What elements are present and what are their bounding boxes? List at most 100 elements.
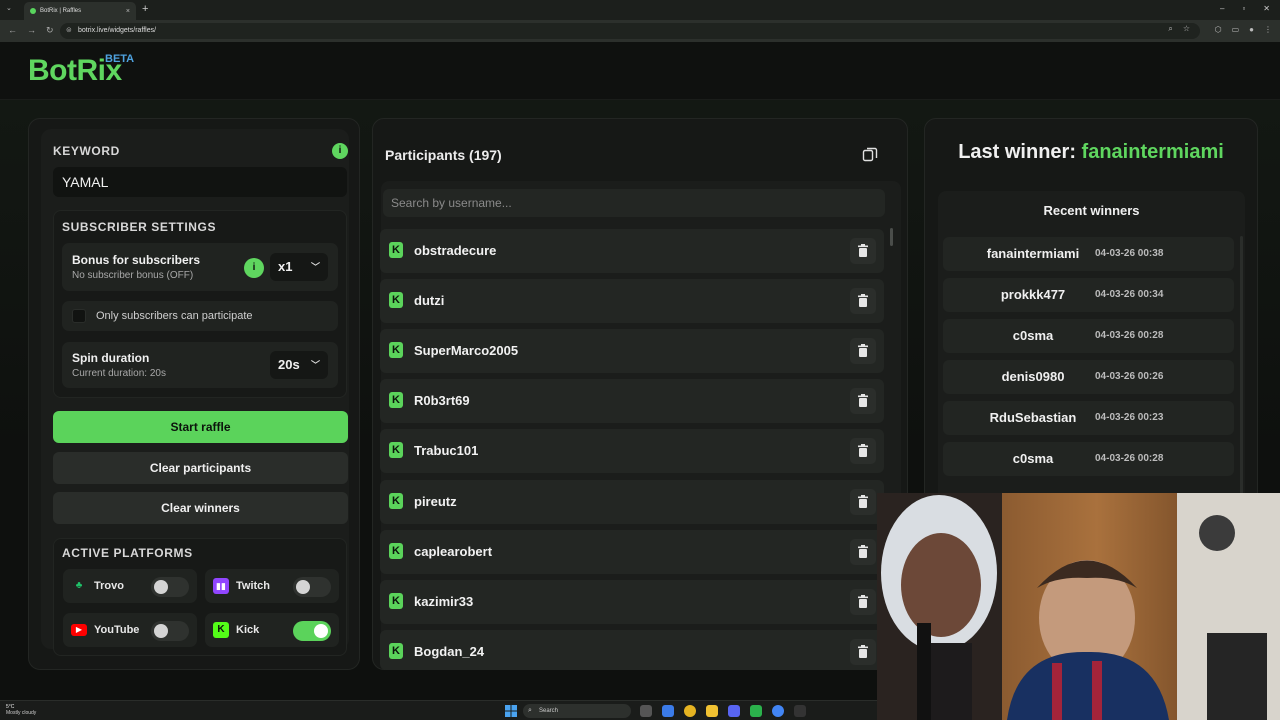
windows-start-icon[interactable] bbox=[505, 705, 517, 717]
only-subs-label: Only subscribers can participate bbox=[96, 310, 253, 322]
participants-scrollbar[interactable] bbox=[890, 228, 893, 246]
trash-icon bbox=[858, 545, 868, 558]
participant-row[interactable]: K SuperMarco2005 bbox=[380, 329, 884, 373]
taskbar-search[interactable]: ⌕ Search bbox=[523, 704, 631, 718]
copy-icon[interactable] bbox=[862, 146, 878, 162]
trash-icon bbox=[858, 394, 868, 407]
winner-time: 04-03-26 00:23 bbox=[1095, 412, 1164, 423]
menu-icon[interactable]: ⋮ bbox=[1264, 25, 1272, 34]
participant-name: kazimir33 bbox=[414, 594, 474, 609]
task-view-icon[interactable] bbox=[640, 705, 652, 717]
only-subs-checkbox[interactable] bbox=[72, 309, 86, 323]
kick-icon: K bbox=[389, 342, 403, 358]
toggle-knob bbox=[296, 580, 310, 594]
kick-icon: K bbox=[389, 643, 403, 659]
active-platforms-label: ACTIVE PLATFORMS bbox=[62, 546, 193, 560]
remove-participant-button[interactable] bbox=[850, 589, 876, 615]
close-window-icon[interactable]: ✕ bbox=[1263, 4, 1270, 13]
bookmark-star-icon[interactable]: ☆ bbox=[1183, 24, 1190, 34]
start-raffle-button[interactable]: Start raffle bbox=[53, 411, 348, 443]
bonus-info-icon[interactable]: i bbox=[244, 258, 264, 278]
browser-tab[interactable]: BotRix | Raffles × bbox=[24, 2, 136, 20]
trovo-toggle[interactable] bbox=[151, 577, 189, 597]
trash-icon bbox=[858, 444, 868, 457]
profile-icon[interactable]: ● bbox=[1249, 25, 1254, 34]
twitch-icon: ▮▮ bbox=[213, 578, 229, 594]
twitch-toggle[interactable] bbox=[293, 577, 331, 597]
chevron-down-icon: ﹀ bbox=[310, 360, 320, 370]
site-info-icon[interactable]: ⊜ bbox=[66, 23, 72, 39]
zoom-icon[interactable]: ⌕ bbox=[1168, 24, 1172, 34]
winner-time: 04-03-26 00:34 bbox=[1095, 289, 1164, 300]
obs-icon[interactable] bbox=[794, 705, 806, 717]
platform-label-youtube: YouTube bbox=[94, 624, 140, 636]
reload-icon[interactable]: ↻ bbox=[46, 25, 54, 36]
forward-icon[interactable]: → bbox=[27, 25, 36, 36]
participant-row[interactable]: K Trabuc101 bbox=[380, 429, 884, 473]
winner-row: prokkk477 04-03-26 00:34 bbox=[943, 278, 1234, 312]
participant-row[interactable]: Kkazimir33 bbox=[380, 580, 884, 624]
window-controls: – ▫ ✕ bbox=[1220, 4, 1270, 13]
participant-row[interactable]: Kobstradecure bbox=[380, 229, 884, 273]
chrome-icon[interactable] bbox=[684, 705, 696, 717]
sidepanel-icon[interactable]: ▭ bbox=[1232, 25, 1240, 34]
remove-participant-button[interactable] bbox=[850, 438, 876, 464]
bonus-multiplier-select[interactable]: x1 ﹀ bbox=[270, 253, 328, 281]
new-tab-button[interactable]: + bbox=[142, 3, 148, 15]
platform-label-kick: Kick bbox=[236, 624, 260, 636]
remove-participant-button[interactable] bbox=[850, 238, 876, 264]
tab-list-icon[interactable]: ⌄ bbox=[6, 4, 12, 12]
participant-row[interactable]: K R0b3rt69 bbox=[380, 379, 884, 423]
copilot-icon[interactable] bbox=[662, 705, 674, 717]
participant-name: dutzi bbox=[414, 293, 445, 308]
participant-row[interactable]: Kdutzi bbox=[380, 279, 884, 323]
back-icon[interactable]: ← bbox=[8, 25, 17, 36]
toggle-knob bbox=[154, 580, 168, 594]
kick-icon: K bbox=[389, 242, 403, 258]
spotify-icon[interactable] bbox=[750, 705, 762, 717]
discord-icon[interactable] bbox=[728, 705, 740, 717]
weather-widget[interactable]: 5°C Mostly cloudy bbox=[6, 704, 36, 716]
file-explorer-icon[interactable] bbox=[706, 705, 718, 717]
platform-youtube: ▶ YouTube bbox=[63, 613, 197, 647]
browser-icon[interactable] bbox=[772, 705, 784, 717]
participant-row[interactable]: Kpireutz bbox=[380, 480, 884, 524]
winner-time: 04-03-26 00:28 bbox=[1095, 330, 1164, 341]
tab-close-icon[interactable]: × bbox=[126, 8, 130, 15]
clear-participants-button[interactable]: Clear participants bbox=[53, 452, 348, 484]
remove-participant-button[interactable] bbox=[850, 489, 876, 515]
spin-duration-row: Spin duration Current duration: 20s 20s … bbox=[62, 342, 338, 388]
remove-participant-button[interactable] bbox=[850, 338, 876, 364]
remove-participant-button[interactable] bbox=[850, 639, 876, 665]
address-bar[interactable]: ⊜ botrix.live/widgets/raffles/ bbox=[60, 23, 1200, 39]
minimize-icon[interactable]: – bbox=[1220, 4, 1224, 13]
subscriber-settings-label: SUBSCRIBER SETTINGS bbox=[62, 220, 217, 234]
extensions-icon[interactable]: ⬡ bbox=[1215, 25, 1222, 34]
youtube-toggle[interactable] bbox=[151, 621, 189, 641]
windows-taskbar: 5°C Mostly cloudy ⌕ Search bbox=[0, 700, 877, 720]
favicon-icon bbox=[30, 8, 36, 14]
participant-search-input[interactable] bbox=[383, 189, 885, 217]
spin-duration-select[interactable]: 20s ﹀ bbox=[270, 351, 328, 379]
participant-row[interactable]: Kcaplearobert bbox=[380, 530, 884, 574]
tab-title: BotRix | Raffles bbox=[40, 8, 82, 14]
clear-winners-button[interactable]: Clear winners bbox=[53, 492, 348, 524]
bonus-row: Bonus for subscribers No subscriber bonu… bbox=[62, 243, 338, 291]
winner-row: c0sma 04-03-26 00:28 bbox=[943, 319, 1234, 353]
maximize-icon[interactable]: ▫ bbox=[1242, 4, 1245, 13]
bonus-subtitle: No subscriber bonus (OFF) bbox=[72, 270, 194, 281]
recent-winners-scrollbar[interactable] bbox=[1240, 236, 1243, 498]
youtube-icon: ▶ bbox=[71, 624, 87, 636]
winner-row: c0sma 04-03-26 00:28 bbox=[943, 442, 1234, 476]
platform-label-trovo: Trovo bbox=[94, 580, 124, 592]
kick-toggle[interactable] bbox=[293, 621, 331, 641]
keyword-input[interactable] bbox=[53, 167, 347, 197]
toggle-knob bbox=[154, 624, 168, 638]
remove-participant-button[interactable] bbox=[850, 539, 876, 565]
remove-participant-button[interactable] bbox=[850, 388, 876, 414]
platform-label-twitch: Twitch bbox=[236, 580, 271, 592]
participant-row[interactable]: K Bogdan_24 bbox=[380, 630, 884, 670]
only-subs-row[interactable]: Only subscribers can participate bbox=[62, 301, 338, 331]
keyword-info-icon[interactable]: i bbox=[332, 143, 348, 159]
remove-participant-button[interactable] bbox=[850, 288, 876, 314]
